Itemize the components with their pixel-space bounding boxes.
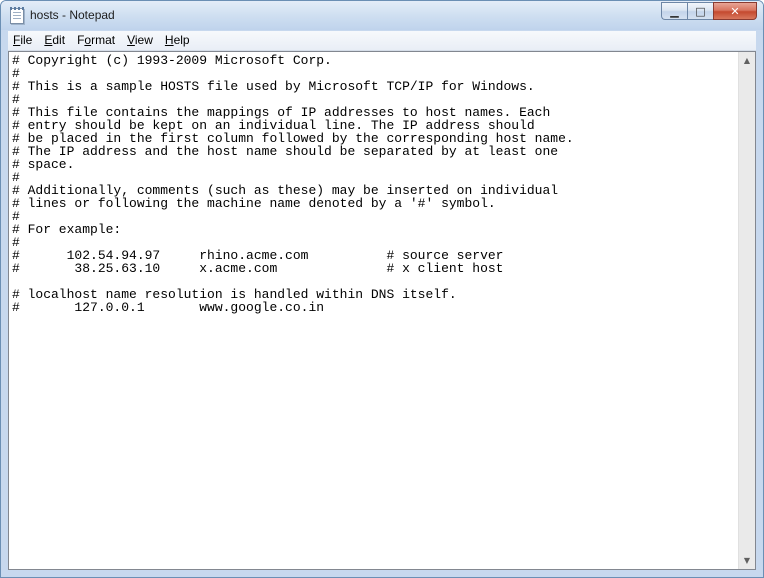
document-text[interactable]: # Copyright (c) 1993-2009 Microsoft Corp… — [9, 52, 738, 314]
text-editor[interactable]: # Copyright (c) 1993-2009 Microsoft Corp… — [9, 52, 738, 569]
editor-frame: # Copyright (c) 1993-2009 Microsoft Corp… — [8, 51, 756, 570]
scroll-up-button[interactable]: ▲ — [739, 52, 755, 69]
vertical-scrollbar[interactable]: ▲ ▼ — [738, 52, 755, 569]
scroll-up-arrow-icon: ▲ — [743, 56, 751, 65]
menu-format[interactable]: Format — [72, 31, 120, 50]
text-line: # For example: — [12, 222, 122, 237]
text-line: # 127.0.0.1 www.google.co.in — [12, 300, 325, 315]
menu-bar: File Edit Format View Help — [8, 31, 756, 51]
menu-edit[interactable]: Edit — [39, 31, 70, 50]
maximize-button[interactable]: □ — [687, 2, 713, 20]
title-bar[interactable]: hosts - Notepad ▁ □ ✕ — [1, 1, 763, 30]
text-line: # space. — [12, 157, 75, 172]
notepad-window: hosts - Notepad ▁ □ ✕ File Edit Format V… — [0, 0, 764, 578]
maximize-icon: □ — [695, 5, 706, 18]
caption-buttons: ▁ □ ✕ — [661, 2, 757, 21]
text-line: # 38.25.63.10 x.acme.com # x client host — [12, 261, 504, 276]
menu-help[interactable]: Help — [160, 31, 195, 50]
minimize-button[interactable]: ▁ — [661, 2, 687, 20]
scroll-down-arrow-icon: ▼ — [743, 556, 751, 565]
text-line: # Copyright (c) 1993-2009 Microsoft Corp… — [12, 53, 332, 68]
menu-view[interactable]: View — [122, 31, 158, 50]
text-line: # The IP address and the host name shoul… — [12, 144, 559, 159]
text-line: # This is a sample HOSTS file used by Mi… — [12, 79, 535, 94]
menu-file[interactable]: File — [8, 31, 37, 50]
close-button[interactable]: ✕ — [713, 2, 757, 20]
scroll-down-button[interactable]: ▼ — [739, 552, 755, 569]
minimize-icon: ▁ — [670, 5, 679, 18]
close-icon: ✕ — [730, 5, 740, 18]
text-line: # lines or following the machine name de… — [12, 196, 496, 211]
notepad-app-icon[interactable] — [10, 7, 24, 24]
window-title: hosts - Notepad — [30, 8, 115, 22]
